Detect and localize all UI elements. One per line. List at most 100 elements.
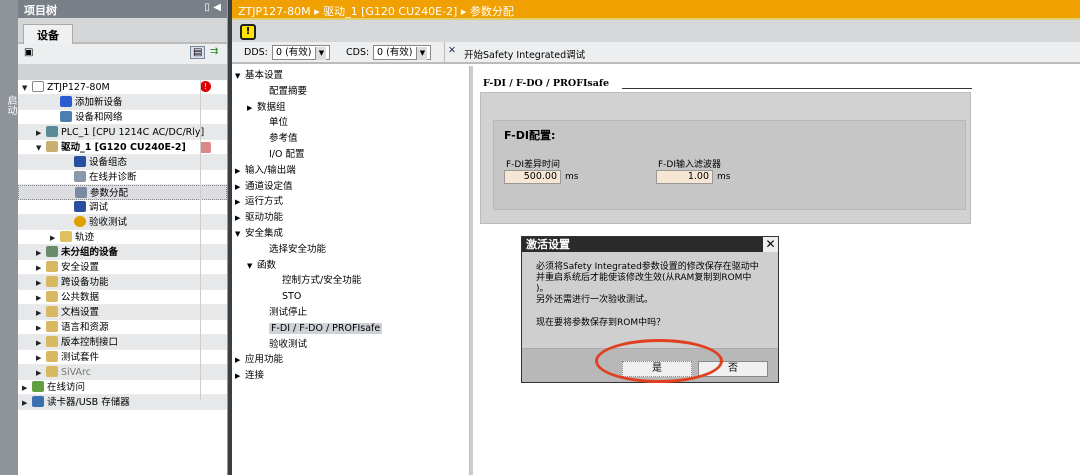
nav-item[interactable]: 控制方式/安全功能	[235, 273, 469, 289]
tree-item[interactable]: ▶ 跨设备功能	[18, 275, 227, 290]
collapsed-arrow-icon[interactable]: ▶	[22, 381, 32, 396]
nav-item[interactable]: 配置摘要	[235, 84, 469, 100]
collapsed-arrow-icon[interactable]: ▶	[36, 366, 46, 381]
nav-item[interactable]: ▶ 通道设定值	[235, 179, 469, 195]
tree-item[interactable]: 设备组态	[18, 155, 227, 170]
start-safety-button[interactable]: 开始Safety Integrated调试	[464, 47, 585, 61]
tree-item[interactable]: ▶ 语言和资源	[18, 320, 227, 335]
collapse-icon[interactable]: ▯ ◀	[204, 2, 221, 13]
error-icon: !	[200, 81, 211, 92]
cds-select[interactable]: 0 (有效) ▼	[373, 45, 432, 60]
close-icon[interactable]: ✕	[763, 237, 778, 252]
tree-item[interactable]: ▶ 读卡器/USB 存储器	[18, 395, 227, 410]
warning-icon[interactable]: !	[240, 24, 256, 40]
arrow-icon[interactable]: ▶	[235, 164, 245, 180]
tree-item[interactable]: 参数分配	[18, 185, 227, 200]
nav-item[interactable]: ▶ 驱动功能	[235, 210, 469, 226]
discrepancy-time-label: F-DI差异时间	[506, 160, 561, 170]
dialog-message-line: 另外还需进行一次验收测试。	[536, 295, 654, 305]
tree-item[interactable]: ▶ PLC_1 [CPU 1214C AC/DC/Rly]	[18, 125, 227, 140]
nav-item[interactable]: ▼ 安全集成	[235, 226, 469, 242]
arrow-icon[interactable]: ▶	[235, 369, 245, 385]
collapsed-arrow-icon[interactable]: ▶	[50, 231, 60, 246]
collapsed-arrow-icon[interactable]: ▶	[36, 291, 46, 306]
nav-item[interactable]: ▶ 连接	[235, 368, 469, 384]
arrow-icon[interactable]: ▼	[235, 69, 245, 85]
side-strip[interactable]: 启动	[0, 0, 18, 475]
nav-item[interactable]: ▶ 运行方式	[235, 194, 469, 210]
tree-item[interactable]: ▶ 测试套件	[18, 350, 227, 365]
nav-item[interactable]: ▶ 输入/输出端	[235, 163, 469, 179]
collapsed-arrow-icon[interactable]: ▶	[36, 306, 46, 321]
nav-item[interactable]: 选择安全功能	[235, 242, 469, 258]
export-icon[interactable]: ⇉	[210, 46, 218, 57]
input-filter-input[interactable]: 1.00	[656, 170, 713, 184]
tree-item[interactable]: ▶ 安全设置	[18, 260, 227, 275]
acceptance-test-icon	[74, 216, 86, 227]
arrow-icon[interactable]: ▶	[235, 195, 245, 211]
drive-icon	[46, 141, 58, 152]
collapsed-arrow-icon[interactable]: ▶	[36, 246, 46, 261]
tree-item[interactable]: ▶ 公共数据	[18, 290, 227, 305]
cds-label: CDS:	[346, 47, 370, 58]
dds-select[interactable]: 0 (有效) ▼	[272, 45, 331, 60]
nav-item[interactable]: F-DI / F-DO / PROFIsafe	[235, 321, 469, 337]
nav-item[interactable]: STO	[235, 289, 469, 305]
nav-item[interactable]: ▶ 应用功能	[235, 352, 469, 368]
tree-item-label: 设备组态	[89, 157, 128, 168]
tree-item[interactable]: ▶ SiVArc	[18, 365, 227, 380]
tools-icon[interactable]: ✕	[448, 45, 456, 56]
tab-devices[interactable]: 设备	[23, 24, 73, 44]
arrow-icon[interactable]: ▶	[235, 211, 245, 227]
tree-item[interactable]: 调试	[18, 200, 227, 215]
arrow-icon[interactable]: ▼	[247, 259, 257, 275]
tree-item[interactable]: ▶ 轨迹	[18, 230, 227, 245]
collapsed-arrow-icon[interactable]: ▶	[22, 396, 32, 411]
collapsed-arrow-icon[interactable]: ▶	[36, 126, 46, 141]
breadcrumb-project[interactable]: ZTJP127-80M	[238, 5, 311, 18]
overview-icon[interactable]: ▤	[190, 46, 206, 59]
tree-item-label: 验收测试	[89, 217, 128, 228]
tree-item[interactable]: ▼ 驱动_1 [G120 CU240E-2]	[18, 140, 227, 155]
start-tab[interactable]: 启动	[3, 95, 18, 115]
expanded-arrow-icon[interactable]: ▼	[36, 141, 46, 156]
nav-item[interactable]: 测试停止	[235, 305, 469, 321]
new-icon[interactable]: ▣	[24, 47, 33, 58]
tree-item-label: ZTJP127-80M	[47, 82, 110, 93]
dialog-message-line: 并重启系统后才能使该修改生效(从RAM复制到ROM中	[536, 273, 752, 283]
tree-item[interactable]: ▶ 在线访问	[18, 380, 227, 395]
collapsed-arrow-icon[interactable]: ▶	[36, 261, 46, 276]
input-filter-unit: ms	[717, 172, 731, 182]
nav-item[interactable]: ▼ 函数	[235, 258, 469, 274]
nav-item[interactable]: ▼ 基本设置	[235, 68, 469, 84]
collapsed-arrow-icon[interactable]: ▶	[36, 321, 46, 336]
arrow-icon[interactable]: ▶	[247, 101, 257, 117]
project-tree-title: 项目树	[24, 4, 57, 17]
arrow-icon[interactable]: ▼	[235, 227, 245, 243]
nav-item-label: 控制方式/安全功能	[282, 275, 362, 287]
tree-item[interactable]: ▶ 版本控制接口	[18, 335, 227, 350]
nav-item[interactable]: I/O 配置	[235, 147, 469, 163]
tree-item-label: SiVArc	[61, 367, 91, 378]
arrow-icon[interactable]: ▶	[235, 180, 245, 196]
nav-item[interactable]: 验收测试	[235, 337, 469, 353]
tree-item[interactable]: ▶ 未分组的设备	[18, 245, 227, 260]
tree-item[interactable]: 添加新设备	[18, 95, 227, 110]
breadcrumb-page[interactable]: 参数分配	[470, 5, 514, 18]
tree-item[interactable]: 验收测试	[18, 215, 227, 230]
plc-icon	[46, 126, 58, 137]
nav-item[interactable]: 单位	[235, 115, 469, 131]
tree-item[interactable]: ▶ 文档设置	[18, 305, 227, 320]
arrow-icon[interactable]: ▶	[235, 353, 245, 369]
tree-item[interactable]: 设备和网络	[18, 110, 227, 125]
tree-item[interactable]: ▼ ZTJP127-80M!	[18, 80, 227, 95]
tree-item[interactable]: 在线并诊断	[18, 170, 227, 185]
nav-item[interactable]: ▶ 数据组	[235, 100, 469, 116]
discrepancy-time-input[interactable]: 500.00	[504, 170, 561, 184]
breadcrumb-drive[interactable]: 驱动_1 [G120 CU240E-2]	[323, 5, 457, 18]
expanded-arrow-icon[interactable]: ▼	[22, 81, 32, 96]
nav-item[interactable]: 参考值	[235, 131, 469, 147]
collapsed-arrow-icon[interactable]: ▶	[36, 351, 46, 366]
collapsed-arrow-icon[interactable]: ▶	[36, 276, 46, 291]
collapsed-arrow-icon[interactable]: ▶	[36, 336, 46, 351]
